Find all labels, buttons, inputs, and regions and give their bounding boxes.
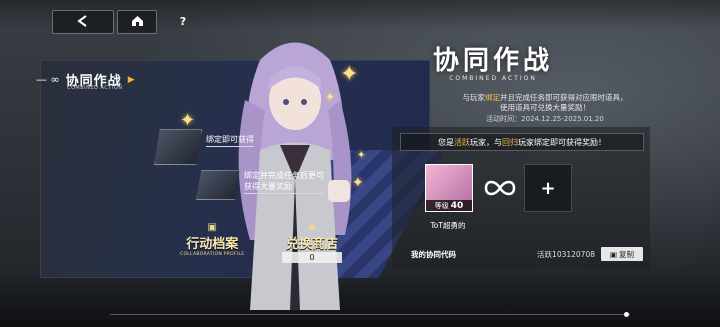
copy-icon: ▣ <box>609 249 618 259</box>
currency-count: 0 <box>282 252 342 263</box>
role-highlight: 活跃 <box>454 137 470 147</box>
indicator-dot <box>624 312 629 317</box>
role-text: 玩家绑定即可获得奖励！ <box>518 137 606 147</box>
copy-label: 复制 <box>619 249 635 259</box>
tab-title: 兑换商店 <box>285 237 338 252</box>
folder-icon: ▣ <box>207 222 217 233</box>
level-value: 40 <box>450 200 464 211</box>
home-button[interactable] <box>117 10 157 34</box>
sparkle-icon: ✦ <box>180 110 196 131</box>
reward-bind[interactable]: 绑定即可获得 <box>154 129 254 165</box>
tab-collaboration-profile[interactable]: ▣ 行动档案 COLLABORATION PROFILE <box>180 222 244 257</box>
role-text: 您是 <box>438 137 454 147</box>
plus-icon: + <box>540 177 556 199</box>
code-value: 活跃103120708 <box>537 249 595 259</box>
title-arrow-icon: ▶ <box>127 74 135 85</box>
banner-subtitle: COMBINED ACTION <box>67 85 123 91</box>
role-highlight: 回归 <box>502 137 518 147</box>
sparkle-icon: ✦ <box>352 175 364 191</box>
tab-exchange-shop[interactable]: ◆ 兑换商店 0 <box>282 222 342 263</box>
home-icon <box>131 13 144 31</box>
tab-title: 行动档案 <box>186 237 239 252</box>
link-icon <box>484 180 516 196</box>
reward-label: 绑定并完成任务后更可 获得大量奖励 <box>244 170 324 194</box>
shop-icon: ◆ <box>308 222 316 233</box>
code-row: 我的协同代码 活跃103120708 ▣ 复制 <box>411 246 643 262</box>
back-button[interactable] <box>52 10 114 34</box>
reward-task[interactable]: 绑定并完成任务后更可 获得大量奖励 <box>196 170 324 200</box>
reward-label: 绑定即可获得 <box>206 134 254 147</box>
infinity-icon: — ∞ <box>36 73 60 86</box>
role-text: 玩家，与 <box>470 137 502 147</box>
level-label: 等级 <box>434 201 449 210</box>
back-arrow-icon <box>76 13 90 31</box>
desc-text: 并且完成任务即可获得对应限时道具， <box>500 93 628 102</box>
item-icon <box>154 129 202 165</box>
item-icon <box>196 170 240 200</box>
add-partner-button[interactable]: + <box>524 164 572 212</box>
player-level: 等级 40 <box>426 200 472 211</box>
event-description: 与玩家绑定并且完成任务即可获得对应限时道具， 使用道具可兑换大量奖励！ <box>420 93 670 113</box>
sparkle-icon: ✦ <box>340 62 359 87</box>
copy-button[interactable]: ▣ 复制 <box>601 247 643 261</box>
event-date: 活动时间：2024.12.25-2025.01.20 <box>486 115 604 123</box>
sparkle-icon: ✦ <box>325 90 336 104</box>
question-icon: ? <box>179 14 187 28</box>
player-avatar[interactable]: 等级 40 <box>425 164 473 212</box>
event-logo: 协同作战 COMBINED ACTION <box>428 40 558 82</box>
bottom-divider <box>110 314 630 315</box>
event-logo-title: 协同作战 <box>432 46 553 76</box>
role-info-bar: 您是 活跃 玩家，与 回归 玩家绑定即可获得奖励！ <box>400 133 644 151</box>
tab-subtitle: COLLABORATION PROFILE <box>180 252 245 257</box>
desc-text: 与玩家 <box>462 93 486 102</box>
code-label: 我的协同代码 <box>411 249 456 259</box>
currency-count-value: 0 <box>309 253 315 262</box>
desc-text: 使用道具可兑换大量奖励！ <box>500 103 590 112</box>
desc-highlight: 绑定 <box>485 93 500 102</box>
help-button[interactable]: ? <box>175 10 191 32</box>
sparkle-icon: ✦ <box>357 150 366 161</box>
player-name: ToT超勇的 <box>430 221 466 230</box>
